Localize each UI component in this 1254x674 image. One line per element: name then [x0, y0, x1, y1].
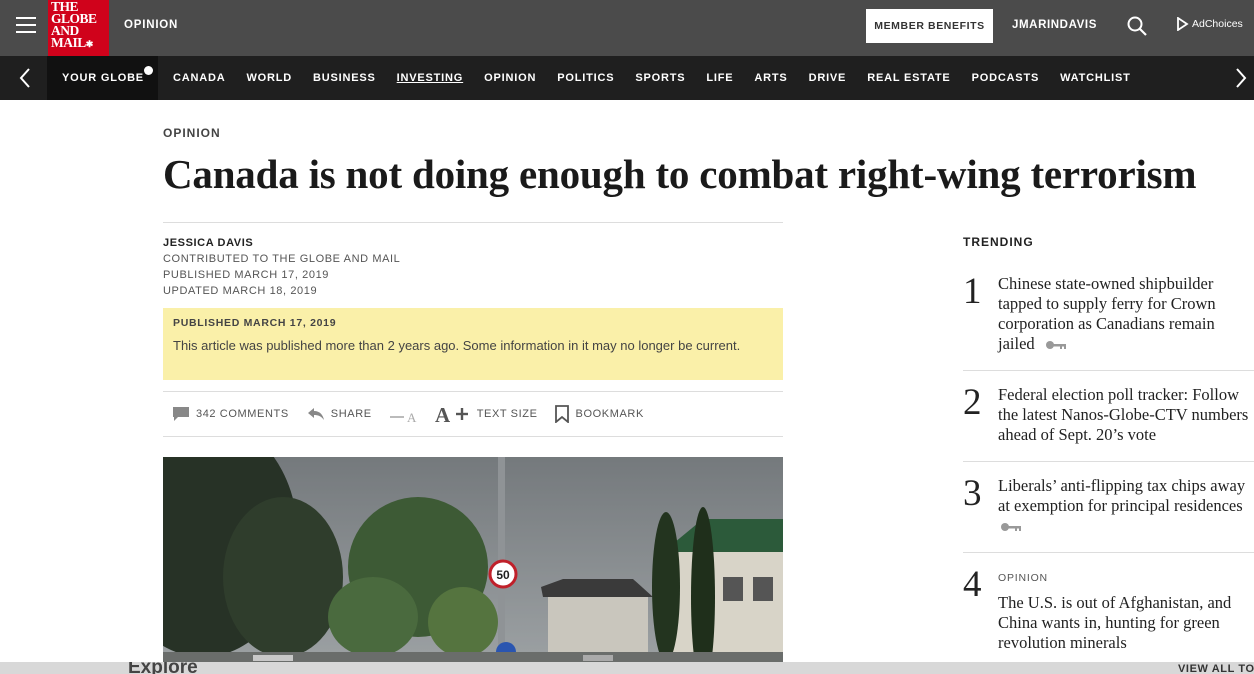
- headline-line: Liberals’ anti-flipping tax chips away: [998, 476, 1246, 495]
- nav-item-arts[interactable]: ARTS: [754, 72, 787, 84]
- share-icon: [307, 408, 324, 420]
- maple-leaf-icon: ✱: [85, 39, 94, 49]
- nav-item-opinion[interactable]: OPINION: [484, 72, 536, 84]
- share-label: SHARE: [330, 408, 372, 420]
- nav-item-real-estate[interactable]: REAL ESTATE: [867, 72, 950, 84]
- headline-line: at exemption for principal residences: [998, 496, 1243, 515]
- headline-line: Chinese state-owned shipbuilder: [998, 274, 1214, 293]
- headline-line: corporation as Canadians remain: [998, 314, 1215, 333]
- nav-item-world[interactable]: WORLD: [246, 72, 292, 84]
- divider: [163, 436, 783, 437]
- adchoices-link[interactable]: AdChoices: [1176, 17, 1243, 31]
- bookmark-label: BOOKMARK: [575, 408, 644, 420]
- top-header: THE GLOBE AND MAIL✱ OPINION MEMBER BENEF…: [0, 0, 1254, 56]
- nav-item-canada[interactable]: CANADA: [173, 72, 225, 84]
- subscriber-key-icon: [1045, 341, 1066, 350]
- comment-icon: [173, 407, 189, 421]
- logo-line-last: MAIL✱: [51, 35, 106, 50]
- bookmark-button[interactable]: BOOKMARK: [554, 405, 644, 423]
- headline-line: the latest Nanos-Globe-CTV numbers: [998, 405, 1249, 424]
- text-size-decrease-button[interactable]: A: [389, 405, 425, 423]
- trending-title: TRENDING: [963, 235, 1034, 249]
- text-decrease-icon: A: [389, 410, 417, 423]
- trending-headline[interactable]: Chinese state-owned shipbuilder tapped t…: [998, 274, 1254, 354]
- text-size-label: TEXT SIZE: [476, 408, 538, 420]
- divider: [963, 461, 1254, 462]
- trending-headline[interactable]: The U.S. is out of Afghanistan, and Chin…: [998, 593, 1254, 653]
- age-notice: PUBLISHED MARCH 17, 2019 This article wa…: [163, 308, 783, 380]
- notification-dot: [144, 66, 153, 75]
- headline-line: Federal election poll tracker: Follow: [998, 385, 1240, 404]
- section-label[interactable]: OPINION: [124, 19, 178, 31]
- trending-rank: 1: [963, 271, 982, 312]
- nav-item-investing[interactable]: INVESTING: [397, 72, 464, 84]
- article-tools: 342 COMMENTS SHARE A A TEXT SIZE BOOKMAR…: [172, 403, 644, 425]
- account-username[interactable]: JMARINDAVIS: [1012, 19, 1097, 31]
- text-size-increase-button[interactable]: A TEXT SIZE: [435, 404, 538, 424]
- explore-strip: Explore VIEW ALL TO: [0, 662, 1254, 674]
- published-date: PUBLISHED MARCH 17, 2019: [163, 269, 330, 281]
- nav-item-podcasts[interactable]: PODCASTS: [972, 72, 1040, 84]
- nav-left-chevron-icon[interactable]: [16, 66, 36, 90]
- headline-line: jailed: [998, 334, 1035, 353]
- age-notice-body: This article was published more than 2 y…: [173, 338, 741, 353]
- headline-line: The U.S. is out of Afghanistan, and: [998, 593, 1232, 612]
- explore-heading: Explore: [128, 662, 198, 674]
- contributed-line: CONTRIBUTED TO THE GLOBE AND MAIL: [163, 253, 401, 265]
- trending-headline[interactable]: Liberals’ anti-flipping tax chips away a…: [998, 476, 1254, 536]
- headline-line: tapped to supply ferry for Crown: [998, 294, 1216, 313]
- nav-item-politics[interactable]: POLITICS: [557, 72, 614, 84]
- nav-items: CANADA WORLD BUSINESS INVESTING OPINION …: [163, 72, 1131, 84]
- view-all-link[interactable]: VIEW ALL TO: [1178, 663, 1254, 674]
- nav-item-sports[interactable]: SPORTS: [635, 72, 685, 84]
- nav-item-drive[interactable]: DRIVE: [809, 72, 847, 84]
- article-headline: Canada is not doing enough to combat rig…: [163, 151, 1197, 197]
- menu-icon[interactable]: [16, 17, 36, 35]
- globe-and-mail-logo[interactable]: THE GLOBE AND MAIL✱: [48, 0, 109, 56]
- trending-rank: 2: [963, 382, 982, 423]
- svg-text:A: A: [435, 404, 451, 424]
- nav-your-globe-label: YOUR GLOBE: [62, 72, 144, 84]
- nav-right-chevron-icon[interactable]: [1230, 66, 1250, 90]
- speed-limit-sign: 50: [496, 568, 510, 582]
- nav-your-globe[interactable]: YOUR GLOBE: [47, 56, 158, 100]
- subscriber-key-icon: [1001, 523, 1021, 532]
- member-benefits-button[interactable]: MEMBER BENEFITS: [866, 9, 993, 43]
- trending-rank: 3: [963, 473, 982, 514]
- text-increase-icon: A: [435, 404, 468, 424]
- comments-label: 342 COMMENTS: [196, 408, 289, 420]
- divider: [163, 222, 783, 223]
- headline-line: China wants in, hunting for green: [998, 613, 1220, 632]
- trending-rank: 4: [963, 564, 982, 605]
- headline-line: ahead of Sept. 20’s vote: [998, 425, 1157, 444]
- author-name[interactable]: JESSICA DAVIS: [163, 235, 400, 251]
- comments-button[interactable]: 342 COMMENTS: [172, 406, 289, 422]
- adchoices-icon: [1177, 17, 1189, 31]
- divider: [963, 370, 1254, 371]
- divider: [163, 391, 783, 392]
- nav-item-watchlist[interactable]: WATCHLIST: [1060, 72, 1131, 84]
- bookmark-icon: [554, 405, 569, 423]
- article-kicker[interactable]: OPINION: [163, 126, 221, 140]
- trending-headline[interactable]: Federal election poll tracker: Follow th…: [998, 385, 1254, 445]
- age-notice-title: PUBLISHED MARCH 17, 2019: [173, 317, 337, 329]
- nav-item-life[interactable]: LIFE: [706, 72, 733, 84]
- headline-line: revolution minerals: [998, 633, 1127, 652]
- nav-item-business[interactable]: BUSINESS: [313, 72, 376, 84]
- divider: [963, 552, 1254, 553]
- byline: JESSICA DAVIS CONTRIBUTED TO THE GLOBE A…: [163, 235, 400, 299]
- adchoices-label: AdChoices: [1192, 18, 1243, 30]
- svg-text:A: A: [407, 410, 417, 423]
- updated-date: UPDATED MARCH 18, 2019: [163, 285, 318, 297]
- share-button[interactable]: SHARE: [307, 407, 372, 421]
- logo-line: MAIL: [51, 35, 86, 50]
- search-icon[interactable]: [1126, 15, 1148, 37]
- trending-kicker: OPINION: [998, 572, 1048, 584]
- article-photo: 50: [163, 457, 783, 667]
- section-nav: YOUR GLOBE CANADA WORLD BUSINESS INVESTI…: [0, 56, 1254, 100]
